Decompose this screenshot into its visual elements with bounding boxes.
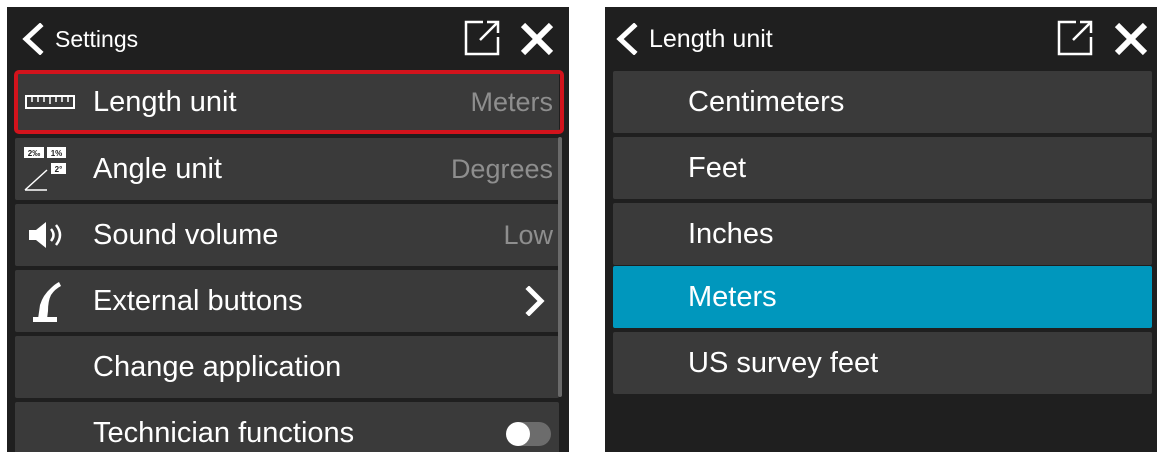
length-unit-panel: Length unit Centimeters Feet Inches Mete… bbox=[605, 7, 1157, 452]
option-us-survey-feet[interactable]: US survey feet bbox=[613, 332, 1152, 394]
option-label: Meters bbox=[688, 281, 777, 313]
settings-item-value: Low bbox=[503, 220, 553, 250]
ruler-icon bbox=[25, 95, 75, 109]
settings-item-technician-functions[interactable]: Technician functions bbox=[15, 402, 559, 452]
option-centimeters[interactable]: Centimeters bbox=[613, 71, 1152, 133]
chevron-left-icon[interactable] bbox=[611, 23, 643, 55]
settings-header: Settings bbox=[7, 7, 569, 71]
settings-item-length-unit[interactable]: Length unit Meters bbox=[15, 71, 559, 133]
length-unit-header: Length unit bbox=[605, 7, 1157, 71]
settings-item-label: Change application bbox=[93, 351, 342, 383]
option-label: US survey feet bbox=[688, 347, 879, 379]
close-icon[interactable] bbox=[1113, 21, 1149, 57]
settings-item-change-application[interactable]: Change application bbox=[15, 336, 559, 398]
settings-panel: Settings Length unit Meters 2‰ 1% 2° Ang… bbox=[7, 7, 569, 452]
chevron-right-icon bbox=[525, 286, 545, 316]
option-meters-selected[interactable]: Meters bbox=[613, 266, 1152, 328]
angle-badge-percent: 1% bbox=[51, 149, 63, 158]
option-label: Centimeters bbox=[688, 86, 845, 118]
settings-item-label: External buttons bbox=[93, 285, 303, 317]
speaker-icon bbox=[29, 222, 62, 248]
settings-item-label: Technician functions bbox=[93, 417, 355, 449]
slope-angle-icon: 2‰ 1% 2° bbox=[24, 147, 66, 191]
option-label: Feet bbox=[688, 152, 747, 184]
page-title: Settings bbox=[55, 26, 139, 52]
toggle-knob bbox=[506, 422, 530, 446]
page-title: Length unit bbox=[649, 25, 773, 53]
joystick-icon bbox=[33, 282, 61, 322]
settings-item-external-buttons[interactable]: External buttons bbox=[15, 270, 559, 332]
chevron-left-icon[interactable] bbox=[17, 23, 49, 55]
settings-item-label: Sound volume bbox=[93, 219, 279, 251]
technician-functions-toggle[interactable] bbox=[506, 422, 551, 446]
close-icon[interactable] bbox=[519, 21, 555, 57]
option-label: Inches bbox=[688, 218, 774, 250]
settings-item-sound-volume[interactable]: Sound volume Low bbox=[15, 204, 559, 266]
option-feet[interactable]: Feet bbox=[613, 137, 1152, 199]
settings-item-angle-unit[interactable]: 2‰ 1% 2° Angle unit Degrees bbox=[15, 138, 559, 200]
settings-item-value: Degrees bbox=[450, 154, 553, 184]
external-window-icon[interactable] bbox=[463, 19, 501, 57]
angle-badge-permille: 2‰ bbox=[28, 149, 40, 158]
settings-item-label: Length unit bbox=[93, 86, 237, 118]
settings-item-label: Angle unit bbox=[93, 153, 222, 185]
option-inches[interactable]: Inches bbox=[613, 203, 1152, 265]
scrollbar[interactable] bbox=[558, 137, 562, 397]
angle-badge-degree: 2° bbox=[55, 165, 63, 174]
external-window-icon[interactable] bbox=[1056, 19, 1094, 57]
settings-item-value: Meters bbox=[470, 87, 553, 117]
